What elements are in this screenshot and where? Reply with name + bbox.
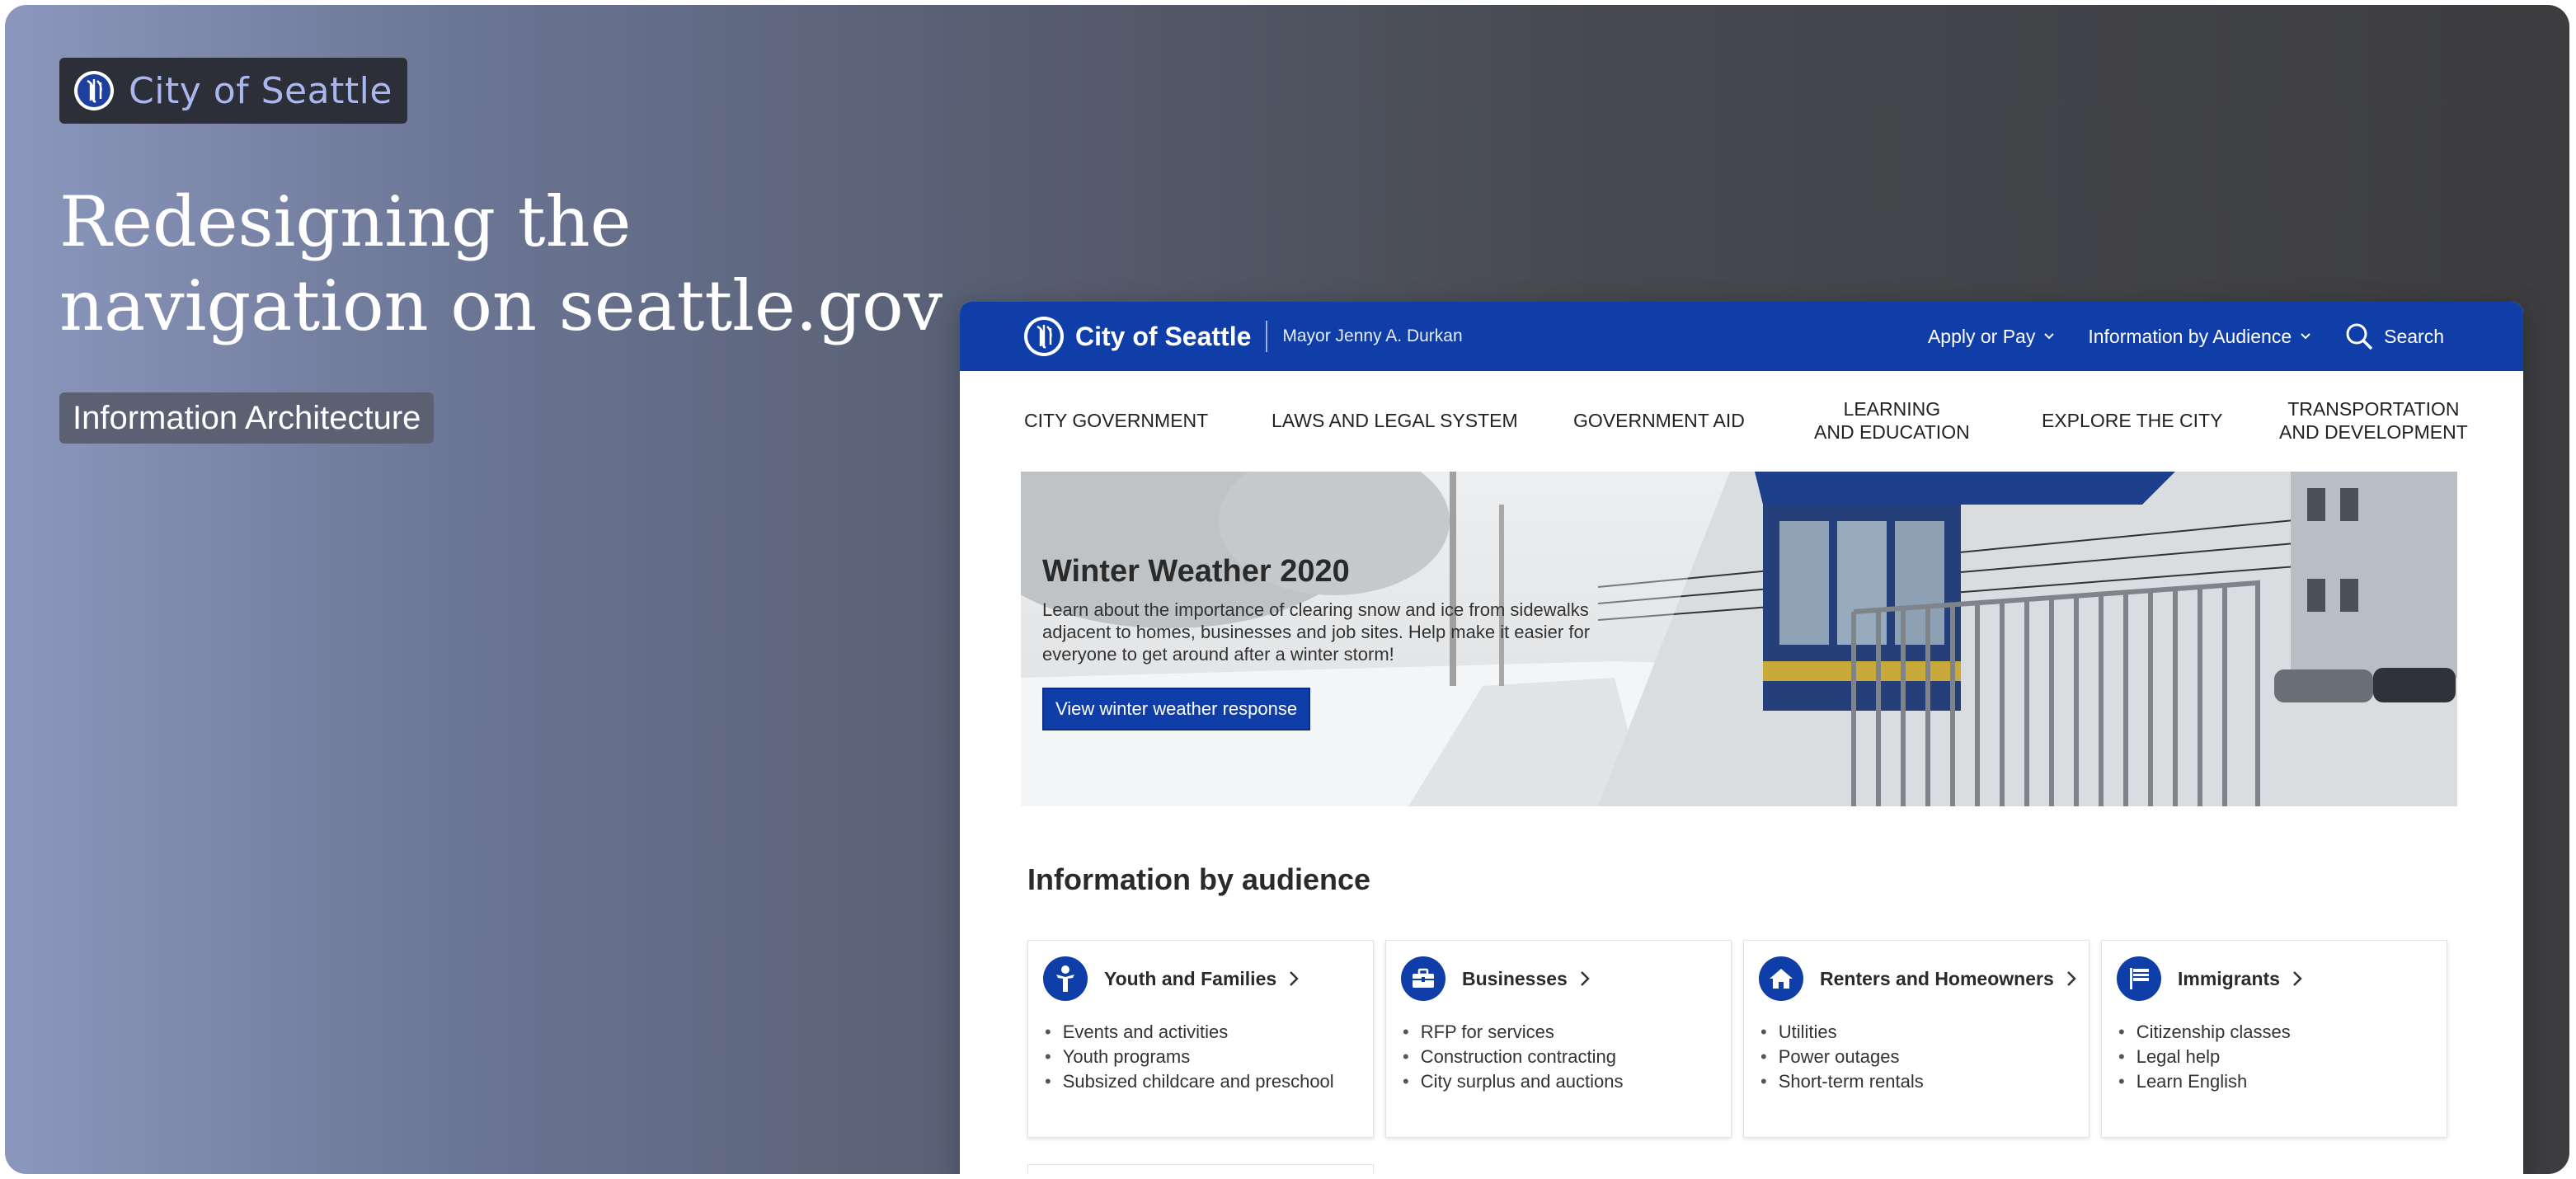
- audience-card-businesses[interactable]: Businesses RFP for services Construction…: [1385, 940, 1732, 1138]
- information-by-audience-label: Information by Audience: [2088, 325, 2292, 347]
- card-header: Businesses: [1401, 956, 1591, 1002]
- nav-explore-the-city[interactable]: EXPLORE THE CITY: [2042, 409, 2222, 432]
- card-header: Renters and Homeowners: [1759, 956, 2077, 1002]
- card-link[interactable]: Subsized childcare and preschool: [1045, 1069, 1334, 1094]
- apply-or-pay-label: Apply or Pay: [1927, 325, 2036, 347]
- hero-title: Winter Weather 2020: [1042, 554, 1350, 589]
- card-link[interactable]: Utilities: [1760, 1020, 1924, 1045]
- nav-label: LAWS AND LEGAL SYSTEM: [1272, 410, 1518, 431]
- card-link[interactable]: Construction contracting: [1403, 1045, 1624, 1069]
- headline-line-1: Redesigning the: [59, 181, 632, 262]
- audience-cards: Youth and Families Events and activities…: [1027, 940, 2454, 1138]
- nav-laws-and-legal-system[interactable]: LAWS AND LEGAL SYSTEM: [1272, 409, 1518, 432]
- card-link[interactable]: RFP for services: [1403, 1020, 1624, 1045]
- information-by-audience-menu[interactable]: Information by Audience: [2088, 326, 2311, 348]
- category-tag: Information Architecture: [59, 392, 435, 444]
- card-title: Immigrants: [2178, 967, 2280, 989]
- card-link-list: Citizenship classes Legal help Learn Eng…: [2118, 1020, 2291, 1094]
- chevron-right-icon: [1580, 971, 1590, 986]
- audience-card-renters-and-homeowners[interactable]: Renters and Homeowners Utilities Power o…: [1743, 940, 2089, 1138]
- card-title: Renters and Homeowners: [1820, 967, 2054, 989]
- nav-label: GOVERNMENT AID: [1573, 410, 1745, 431]
- card-link-list: RFP for services Construction contractin…: [1403, 1020, 1624, 1094]
- site-brand-name: City of Seattle: [1075, 321, 1252, 351]
- card-link[interactable]: Legal help: [2118, 1045, 2291, 1069]
- audience-card-youth-and-families[interactable]: Youth and Families Events and activities…: [1027, 940, 1374, 1138]
- audience-card-immigrants[interactable]: Immigrants Citizenship classes Legal hel…: [2101, 940, 2447, 1138]
- headline-line-2: navigation on seattle.gov: [59, 265, 943, 346]
- search-icon: [2346, 323, 2373, 350]
- nav-label: CITY GOVERNMENT: [1024, 410, 1209, 431]
- nav-label-line2: AND DEVELOPMENT: [2279, 421, 2468, 443]
- badge-label: City of Seattle: [129, 69, 393, 112]
- card-link[interactable]: Events and activities: [1045, 1020, 1334, 1045]
- person-icon: [1043, 956, 1088, 1001]
- showcase-background: City of Seattle Redesigning the navigati…: [5, 5, 2569, 1174]
- view-winter-weather-response-button[interactable]: View winter weather response: [1042, 688, 1311, 730]
- city-seal-icon: [1024, 317, 1064, 356]
- nav-label: EXPLORE THE CITY: [2042, 410, 2223, 431]
- main-navigation: CITY GOVERNMENT LAWS AND LEGAL SYSTEM GO…: [960, 371, 2523, 470]
- nav-government-aid[interactable]: GOVERNMENT AID: [1573, 409, 1745, 432]
- search-button[interactable]: Search: [2344, 322, 2444, 351]
- page-headline: Redesigning the navigation on seattle.go…: [59, 180, 991, 348]
- nav-label-line2: AND EDUCATION: [1814, 421, 1970, 443]
- card-link-list: Events and activities Youth programs Sub…: [1045, 1020, 1334, 1094]
- chevron-down-icon: [2044, 333, 2055, 340]
- card-link[interactable]: Short-term rentals: [1760, 1069, 1924, 1094]
- search-label: Search: [2384, 325, 2444, 347]
- hero-banner: Winter Weather 2020 Learn about the impo…: [1021, 472, 2457, 806]
- house-icon: [1759, 956, 1803, 1001]
- nav-transportation-and-development[interactable]: TRANSPORTATION AND DEVELOPMENT: [2279, 397, 2468, 444]
- site-brand[interactable]: City of Seattle Mayor Jenny A. Durkan: [1022, 312, 1463, 361]
- card-header: Youth and Families: [1043, 956, 1300, 1002]
- chevron-right-icon: [2066, 971, 2076, 986]
- city-badge: City of Seattle: [59, 58, 407, 124]
- card-link[interactable]: Power outages: [1760, 1045, 1924, 1069]
- flag-icon: [2117, 956, 2161, 1001]
- briefcase-icon: [1401, 956, 1445, 1001]
- card-link[interactable]: Learn English: [2118, 1069, 2291, 1094]
- mayor-link[interactable]: Mayor Jenny A. Durkan: [1282, 326, 1462, 346]
- brand-divider: [1266, 321, 1268, 352]
- nav-city-government[interactable]: CITY GOVERNMENT: [1024, 409, 1208, 432]
- card-title: Businesses: [1462, 967, 1568, 989]
- section-title: Information by audience: [1027, 862, 1371, 896]
- city-seal-icon: [74, 71, 114, 110]
- hero-description: Learn about the importance of clearing s…: [1042, 599, 1591, 665]
- utility-nav: Apply or Pay Information by Audience Sea…: [1928, 312, 2444, 361]
- next-card-row-peek: [1027, 1164, 1374, 1174]
- card-header: Immigrants: [2117, 956, 2303, 1002]
- nav-label: TRANSPORTATION: [2287, 398, 2460, 420]
- card-link[interactable]: City surplus and auctions: [1403, 1069, 1624, 1094]
- chevron-down-icon: [2301, 333, 2310, 340]
- card-title: Youth and Families: [1104, 967, 1277, 989]
- nav-label: LEARNING: [1843, 398, 1941, 420]
- card-link-list: Utilities Power outages Short-term renta…: [1760, 1020, 1924, 1094]
- site-header: City of Seattle Mayor Jenny A. Durkan Ap…: [960, 302, 2523, 371]
- chevron-right-icon: [1290, 971, 1299, 986]
- card-link[interactable]: Youth programs: [1045, 1045, 1334, 1069]
- card-link[interactable]: Citizenship classes: [2118, 1020, 2291, 1045]
- apply-or-pay-menu[interactable]: Apply or Pay: [1928, 326, 2055, 348]
- chevron-right-icon: [2293, 971, 2302, 986]
- website-screenshot: City of Seattle Mayor Jenny A. Durkan Ap…: [960, 302, 2523, 1174]
- nav-learning-and-education[interactable]: LEARNING AND EDUCATION: [1814, 397, 1970, 444]
